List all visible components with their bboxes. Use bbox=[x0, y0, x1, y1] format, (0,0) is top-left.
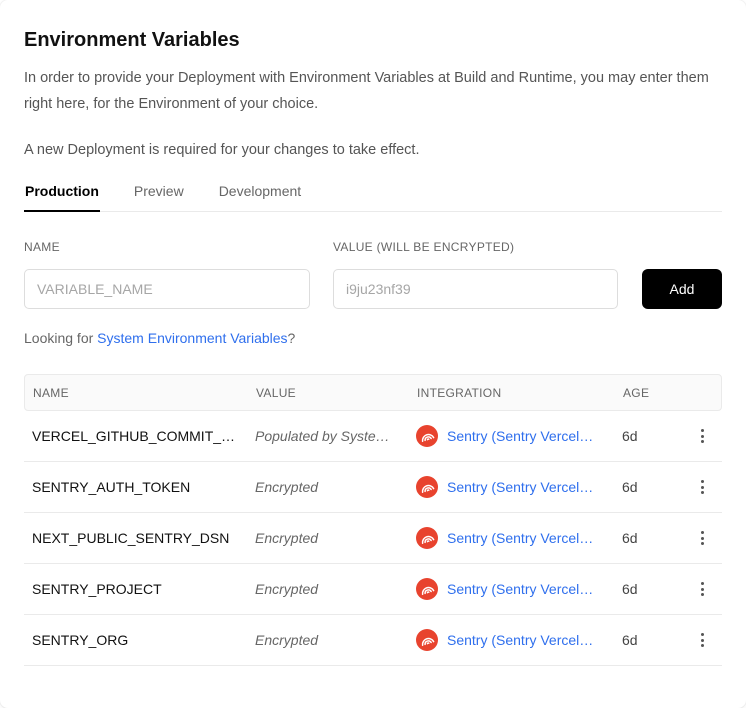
variable-value-cell: Populated by Syste… bbox=[255, 428, 416, 444]
sentry-logo-icon bbox=[416, 527, 438, 549]
sentry-logo-icon bbox=[416, 425, 438, 447]
integration-cell: Sentry (Sentry Vercel… bbox=[416, 629, 622, 651]
env-variables-table: NAME VALUE INTEGRATION AGE VERCEL_GITHUB… bbox=[24, 374, 722, 666]
sentry-logo-icon bbox=[416, 629, 438, 651]
row-menu-kebab-icon[interactable] bbox=[693, 627, 712, 653]
name-field-label: NAME bbox=[24, 240, 310, 254]
integration-link[interactable]: Sentry (Sentry Vercel… bbox=[447, 479, 593, 495]
system-env-prefix: Looking for bbox=[24, 330, 97, 346]
integration-link[interactable]: Sentry (Sentry Vercel… bbox=[447, 428, 593, 444]
row-menu-kebab-icon[interactable] bbox=[693, 576, 712, 602]
tab-production[interactable]: Production bbox=[24, 180, 100, 211]
table-body: VERCEL_GITHUB_COMMIT_… Populated by Syst… bbox=[24, 411, 722, 666]
integration-link[interactable]: Sentry (Sentry Vercel… bbox=[447, 530, 593, 546]
integration-cell: Sentry (Sentry Vercel… bbox=[416, 578, 622, 600]
variable-name-cell: SENTRY_AUTH_TOKEN bbox=[24, 479, 255, 495]
table-row: NEXT_PUBLIC_SENTRY_DSN Encrypted Sentry … bbox=[24, 513, 722, 564]
table-row: VERCEL_GITHUB_COMMIT_… Populated by Syst… bbox=[24, 411, 722, 462]
table-row: SENTRY_ORG Encrypted Sentry (Sentry Verc… bbox=[24, 615, 722, 666]
sentry-logo-icon bbox=[416, 476, 438, 498]
variable-name-input[interactable] bbox=[24, 269, 310, 309]
variable-value-cell: Encrypted bbox=[255, 479, 416, 495]
tab-development[interactable]: Development bbox=[218, 180, 303, 211]
variable-value-cell: Encrypted bbox=[255, 530, 416, 546]
tab-preview[interactable]: Preview bbox=[133, 180, 185, 211]
table-header-row: NAME VALUE INTEGRATION AGE bbox=[24, 374, 722, 411]
row-menu-kebab-icon[interactable] bbox=[693, 423, 712, 449]
integration-link[interactable]: Sentry (Sentry Vercel… bbox=[447, 632, 593, 648]
environment-tabs: Production Preview Development bbox=[24, 180, 722, 212]
variable-name-cell: SENTRY_PROJECT bbox=[24, 581, 255, 597]
description-paragraph: In order to provide your Deployment with… bbox=[24, 65, 716, 117]
page-title: Environment Variables bbox=[24, 28, 722, 52]
variable-value-cell: Encrypted bbox=[255, 581, 416, 597]
variable-name-cell: NEXT_PUBLIC_SENTRY_DSN bbox=[24, 530, 255, 546]
environment-variables-panel: Environment Variables In order to provid… bbox=[0, 0, 746, 708]
column-header-value: VALUE bbox=[256, 386, 417, 400]
age-cell: 6d bbox=[622, 428, 682, 444]
variable-name-cell: VERCEL_GITHUB_COMMIT_… bbox=[24, 428, 255, 444]
system-env-variables-link[interactable]: System Environment Variables bbox=[97, 330, 287, 346]
add-variable-form: NAME VALUE (WILL BE ENCRYPTED) Add bbox=[24, 240, 722, 309]
redeploy-notice: A new Deployment is required for your ch… bbox=[24, 137, 716, 163]
age-cell: 6d bbox=[622, 479, 682, 495]
column-header-name: NAME bbox=[25, 386, 256, 400]
row-menu-kebab-icon[interactable] bbox=[693, 474, 712, 500]
value-field-label: VALUE (WILL BE ENCRYPTED) bbox=[333, 240, 618, 254]
integration-cell: Sentry (Sentry Vercel… bbox=[416, 425, 622, 447]
table-row: SENTRY_AUTH_TOKEN Encrypted Sentry (Sent… bbox=[24, 462, 722, 513]
age-cell: 6d bbox=[622, 581, 682, 597]
system-env-suffix: ? bbox=[288, 330, 296, 346]
table-row: SENTRY_PROJECT Encrypted Sentry (Sentry … bbox=[24, 564, 722, 615]
age-cell: 6d bbox=[622, 632, 682, 648]
age-cell: 6d bbox=[622, 530, 682, 546]
column-header-age: AGE bbox=[623, 386, 683, 400]
integration-cell: Sentry (Sentry Vercel… bbox=[416, 527, 622, 549]
column-header-integration: INTEGRATION bbox=[417, 386, 623, 400]
integration-cell: Sentry (Sentry Vercel… bbox=[416, 476, 622, 498]
variable-value-cell: Encrypted bbox=[255, 632, 416, 648]
sentry-logo-icon bbox=[416, 578, 438, 600]
variable-name-cell: SENTRY_ORG bbox=[24, 632, 255, 648]
row-menu-kebab-icon[interactable] bbox=[693, 525, 712, 551]
add-button[interactable]: Add bbox=[642, 269, 722, 309]
integration-link[interactable]: Sentry (Sentry Vercel… bbox=[447, 581, 593, 597]
system-env-line: Looking for System Environment Variables… bbox=[24, 328, 722, 348]
variable-value-input[interactable] bbox=[333, 269, 618, 309]
